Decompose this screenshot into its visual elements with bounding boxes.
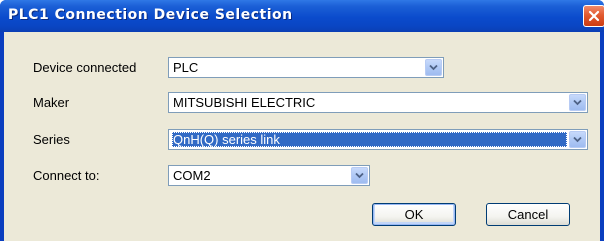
dropdown-arrow-button[interactable] <box>569 131 586 148</box>
device-connected-dropdown[interactable]: PLC <box>168 57 444 78</box>
dropdown-arrow-button[interactable] <box>351 167 368 184</box>
chevron-down-icon <box>355 172 364 179</box>
chevron-down-icon <box>573 99 582 106</box>
maker-label: Maker <box>33 95 70 110</box>
device-connected-label: Device connected <box>33 60 137 75</box>
maker-value: MITSUBISHI ELECTRIC <box>173 95 316 110</box>
dialog-window: PLC1 Connection Device Selection Device … <box>0 0 604 241</box>
cancel-button[interactable]: Cancel <box>486 203 570 226</box>
dialog-title: PLC1 Connection Device Selection <box>8 7 293 23</box>
connect-to-value: COM2 <box>173 168 211 183</box>
series-dropdown[interactable]: QnH(Q) series link <box>168 129 588 150</box>
dropdown-arrow-button[interactable] <box>569 94 586 111</box>
dialog-body: Device connected PLC Maker MITSUBISHI EL… <box>4 32 600 241</box>
chevron-down-icon <box>573 136 582 143</box>
dropdown-arrow-button[interactable] <box>425 59 442 76</box>
series-label: Series <box>33 132 70 147</box>
maker-dropdown[interactable]: MITSUBISHI ELECTRIC <box>168 92 588 113</box>
connect-to-label: Connect to: <box>33 168 100 183</box>
connect-to-dropdown[interactable]: COM2 <box>168 165 370 186</box>
series-value: QnH(Q) series link <box>172 132 567 147</box>
close-button[interactable] <box>583 5 604 27</box>
device-connected-value: PLC <box>173 60 199 75</box>
ok-button[interactable]: OK <box>372 203 456 226</box>
close-icon <box>588 10 600 22</box>
title-bar[interactable]: PLC1 Connection Device Selection <box>0 0 604 32</box>
chevron-down-icon <box>429 64 438 71</box>
